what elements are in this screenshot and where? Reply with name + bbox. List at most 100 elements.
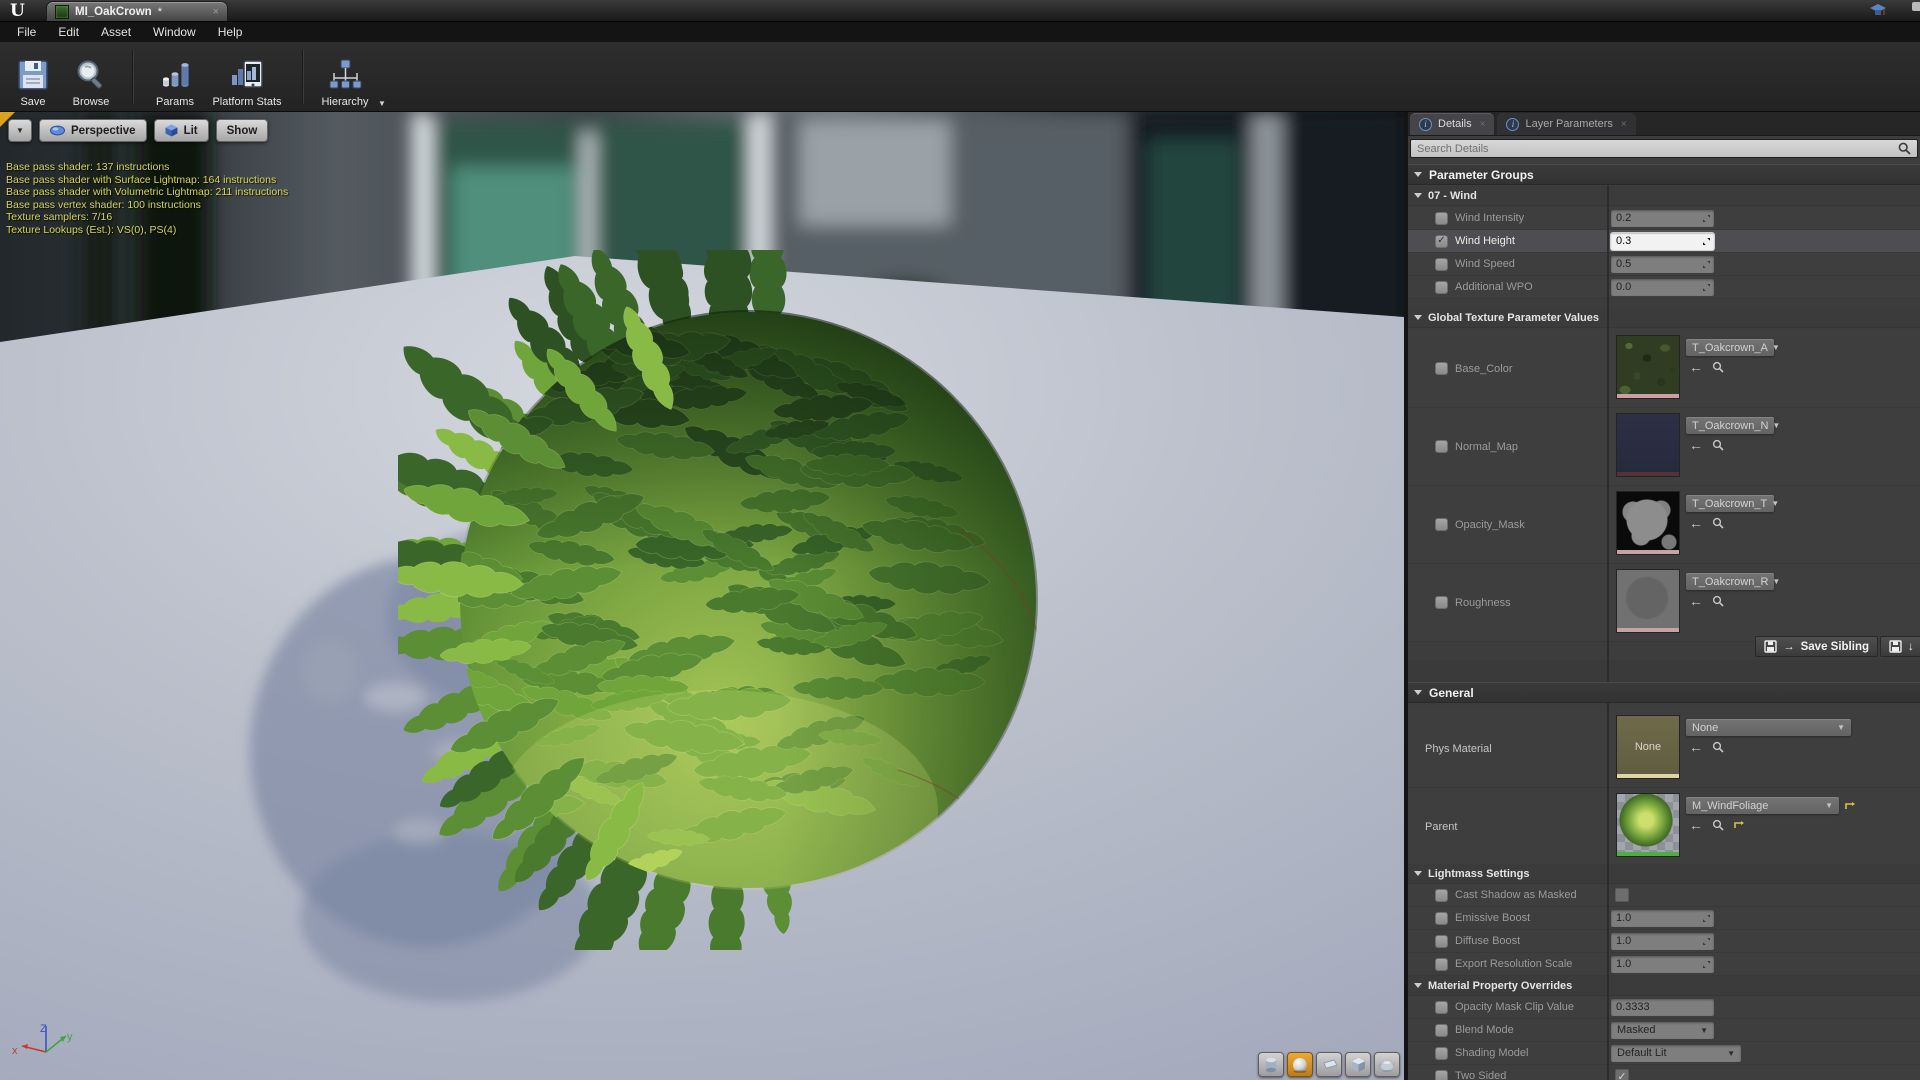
preview-mesh-plane-button[interactable] bbox=[1316, 1052, 1342, 1077]
expand-value-icon[interactable] bbox=[1702, 237, 1711, 246]
column-divider[interactable] bbox=[1607, 164, 1609, 1080]
tutorial-icon[interactable] bbox=[1870, 4, 1886, 22]
preview-mesh-sphere-button[interactable] bbox=[1287, 1052, 1313, 1077]
diffuse-boost-field[interactable]: 1.0 bbox=[1611, 933, 1714, 950]
save-button[interactable]: Save bbox=[4, 46, 62, 108]
browse-to-asset-icon[interactable] bbox=[1712, 819, 1724, 831]
close-icon[interactable]: × bbox=[1480, 119, 1486, 130]
browse-to-asset-icon[interactable] bbox=[1712, 595, 1724, 607]
use-selected-icon[interactable]: ← bbox=[1689, 595, 1703, 607]
param-row-shading-model[interactable]: Shading Model Default Lit▼ bbox=[1408, 1042, 1920, 1065]
browse-button[interactable]: Browse bbox=[62, 46, 120, 108]
show-menu-button[interactable]: Show bbox=[216, 119, 269, 142]
base-color-asset-dropdown[interactable]: T_Oakcrown_A▼ bbox=[1686, 339, 1774, 356]
section-material-property-overrides[interactable]: Material Property Overrides bbox=[1408, 976, 1920, 996]
expand-value-icon[interactable] bbox=[1702, 214, 1711, 223]
emissive-boost-field[interactable]: 1.0 bbox=[1611, 910, 1714, 927]
use-selected-icon[interactable]: ← bbox=[1689, 741, 1703, 753]
phys-material-dropdown[interactable]: None▼ bbox=[1686, 719, 1851, 736]
override-checkbox[interactable] bbox=[1435, 258, 1448, 271]
override-checkbox[interactable] bbox=[1435, 889, 1448, 902]
normal-map-thumbnail[interactable] bbox=[1616, 413, 1680, 477]
base-color-thumbnail[interactable] bbox=[1616, 335, 1680, 399]
override-checkbox[interactable] bbox=[1435, 518, 1448, 531]
expand-value-icon[interactable] bbox=[1702, 960, 1711, 969]
save-child-button[interactable]: ↓ S bbox=[1880, 636, 1920, 657]
hierarchy-button[interactable]: Hierarchy ▼ bbox=[316, 46, 374, 108]
param-row-opacity-mask-clip-value[interactable]: Opacity Mask Clip Value 0.3333 bbox=[1408, 996, 1920, 1019]
parent-material-thumbnail[interactable] bbox=[1616, 793, 1680, 857]
wind-speed-field[interactable]: 0.5 bbox=[1611, 256, 1714, 273]
param-row-roughness[interactable]: Roughness T_Oakcrown_R▼ ← bbox=[1408, 564, 1920, 642]
platform-stats-button[interactable]: Platform Stats bbox=[204, 46, 290, 108]
browse-to-asset-icon[interactable] bbox=[1712, 517, 1724, 529]
override-checkbox[interactable] bbox=[1435, 596, 1448, 609]
search-input[interactable]: Search Details bbox=[1410, 139, 1918, 158]
close-icon[interactable]: × bbox=[1621, 119, 1627, 130]
parent-material-dropdown[interactable]: M_WindFoliage▼ bbox=[1686, 797, 1839, 814]
cast-shadow-as-masked-checkbox[interactable] bbox=[1615, 888, 1629, 902]
section-lightmass[interactable]: Lightmass Settings bbox=[1408, 864, 1920, 884]
browse-to-asset-icon[interactable] bbox=[1712, 741, 1724, 753]
param-row-export-resolution-scale[interactable]: Export Resolution Scale 1.0 bbox=[1408, 953, 1920, 976]
param-row-parent[interactable]: Parent M_WindFoliage▼ ← bbox=[1408, 788, 1920, 866]
wind-height-field[interactable]: 0.3 bbox=[1611, 233, 1714, 250]
param-row-opacity-mask[interactable]: Opacity_Mask T_Oakcrown_T▼ ← bbox=[1408, 486, 1920, 564]
override-checkbox[interactable] bbox=[1435, 212, 1448, 225]
override-checkbox[interactable] bbox=[1435, 958, 1448, 971]
reset-to-default-icon[interactable] bbox=[1733, 820, 1744, 830]
browse-to-asset-icon[interactable] bbox=[1712, 361, 1724, 373]
param-row-normal-map[interactable]: Normal_Map T_Oakcrown_N▼ ← bbox=[1408, 408, 1920, 486]
preview-mesh-cube-button[interactable] bbox=[1345, 1052, 1371, 1077]
override-checkbox[interactable] bbox=[1435, 935, 1448, 948]
chevron-down-icon[interactable]: ▼ bbox=[378, 99, 386, 108]
param-row-base-color[interactable]: Base_Color T_Oakcrown_A▼ ← bbox=[1408, 330, 1920, 408]
opacity-mask-asset-dropdown[interactable]: T_Oakcrown_T▼ bbox=[1686, 495, 1774, 512]
opacity-mask-clip-value-field[interactable]: 0.3333 bbox=[1611, 999, 1714, 1016]
menu-asset[interactable]: Asset bbox=[90, 23, 142, 41]
roughness-thumbnail[interactable] bbox=[1616, 569, 1680, 633]
menu-edit[interactable]: Edit bbox=[47, 23, 90, 41]
section-parameter-groups[interactable]: Parameter Groups bbox=[1408, 164, 1920, 185]
wind-intensity-field[interactable]: 0.2 bbox=[1611, 210, 1714, 227]
lit-mode-button[interactable]: Lit bbox=[154, 119, 209, 142]
params-button[interactable]: Params bbox=[146, 46, 204, 108]
param-row-wind-speed[interactable]: Wind Speed 0.5 bbox=[1408, 253, 1920, 276]
expand-value-icon[interactable] bbox=[1702, 914, 1711, 923]
param-row-diffuse-boost[interactable]: Diffuse Boost 1.0 bbox=[1408, 930, 1920, 953]
menu-file[interactable]: File bbox=[6, 23, 47, 41]
param-row-cast-shadow-as-masked[interactable]: Cast Shadow as Masked bbox=[1408, 884, 1920, 907]
roughness-asset-dropdown[interactable]: T_Oakcrown_R▼ bbox=[1686, 573, 1774, 590]
use-selected-icon[interactable]: ← bbox=[1689, 819, 1703, 831]
preview-mesh-custom-button[interactable] bbox=[1374, 1052, 1400, 1077]
additional-wpo-field[interactable]: 0.0 bbox=[1611, 279, 1714, 296]
override-checkbox[interactable] bbox=[1435, 1070, 1448, 1080]
section-general[interactable]: General bbox=[1408, 682, 1920, 703]
phys-material-thumbnail[interactable]: None bbox=[1616, 715, 1680, 779]
normal-map-asset-dropdown[interactable]: T_Oakcrown_N▼ bbox=[1686, 417, 1774, 434]
use-selected-icon[interactable]: ← bbox=[1689, 361, 1703, 373]
override-checkbox[interactable] bbox=[1435, 912, 1448, 925]
tab-details[interactable]: i Details × bbox=[1410, 113, 1494, 135]
param-row-wind-height[interactable]: ✓Wind Height 0.3 bbox=[1408, 230, 1920, 253]
override-checkbox-checked[interactable]: ✓ bbox=[1435, 235, 1448, 248]
expand-value-icon[interactable] bbox=[1702, 260, 1711, 269]
param-row-additional-wpo[interactable]: Additional WPO 0.0 bbox=[1408, 276, 1920, 299]
override-checkbox[interactable] bbox=[1435, 440, 1448, 453]
expand-value-icon[interactable] bbox=[1702, 283, 1711, 292]
section-wind[interactable]: 07 - Wind bbox=[1408, 186, 1920, 206]
material-preview-viewport[interactable]: ▼ Perspective Lit Show Base pass shader:… bbox=[0, 112, 1408, 1080]
browse-to-asset-icon[interactable] bbox=[1712, 439, 1724, 451]
override-checkbox[interactable] bbox=[1435, 362, 1448, 375]
override-checkbox[interactable] bbox=[1435, 1024, 1448, 1037]
menu-window[interactable]: Window bbox=[142, 23, 207, 41]
reset-to-default-icon[interactable] bbox=[1844, 801, 1855, 811]
expand-value-icon[interactable] bbox=[1702, 937, 1711, 946]
export-resolution-scale-field[interactable]: 1.0 bbox=[1611, 956, 1714, 973]
asset-tab[interactable]: MI_OakCrown * × bbox=[46, 1, 228, 21]
param-row-blend-mode[interactable]: Blend Mode Masked▼ bbox=[1408, 1019, 1920, 1042]
use-selected-icon[interactable]: ← bbox=[1689, 439, 1703, 451]
param-row-wind-intensity[interactable]: Wind Intensity 0.2 bbox=[1408, 207, 1920, 230]
opacity-mask-thumbnail[interactable] bbox=[1616, 491, 1680, 555]
param-row-emissive-boost[interactable]: Emissive Boost 1.0 bbox=[1408, 907, 1920, 930]
